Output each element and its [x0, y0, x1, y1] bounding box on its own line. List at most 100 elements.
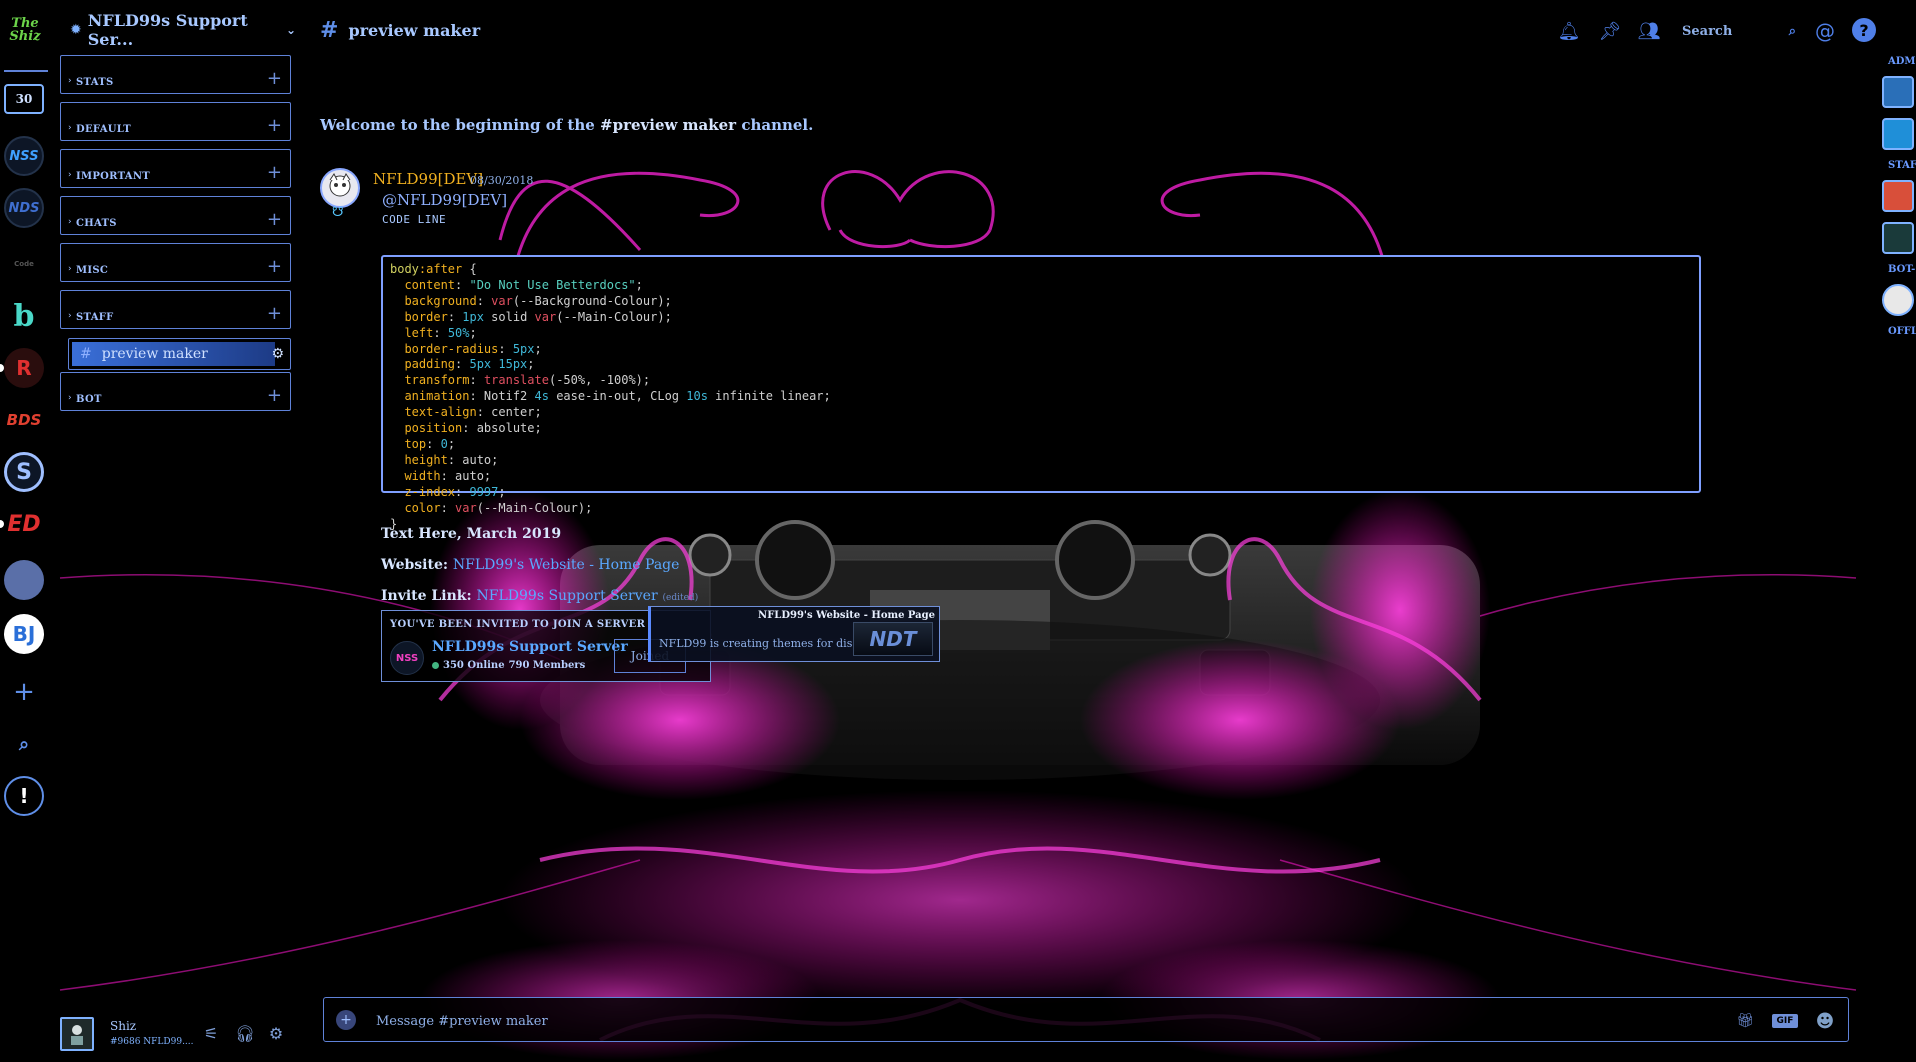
server-name: NFLD99s Support Ser... [87, 11, 248, 49]
code-block: body:after { content: "Do Not Use Better… [381, 255, 1701, 531]
channel-header: # preview maker 🔔︎ 📌︎ 👥︎ Search ⌕ @ ? [310, 12, 1910, 52]
chevron-right-icon: › [68, 311, 72, 321]
search-input[interactable]: Search ⌕ [1674, 18, 1804, 44]
user-panel: Shiz #9686 NFLD99.... ⚟ 🎧︎ ⚙ [60, 1012, 298, 1056]
server-icon-mascot[interactable] [4, 560, 44, 600]
add-channel-icon[interactable]: + [267, 211, 282, 229]
channel-name: preview maker [348, 21, 481, 40]
user-mention[interactable]: @NFLD99[DEV] [382, 191, 507, 209]
member-avatar[interactable] [1882, 76, 1914, 108]
mute-mic-icon[interactable]: ⚟ [200, 1022, 222, 1044]
avatar[interactable] [60, 1017, 94, 1051]
mention-icon[interactable]: @ [1812, 18, 1838, 44]
search-placeholder: Search [1682, 23, 1733, 39]
server-header[interactable]: ✹ NFLD99s Support Ser... ⌄ [70, 11, 296, 49]
gear-icon[interactable]: ⚙ [271, 346, 284, 362]
search-icon: ⌕ [1788, 23, 1796, 39]
help-icon[interactable]: ? [1852, 18, 1876, 42]
chevron-right-icon: › [68, 170, 72, 180]
add-channel-icon[interactable]: + [267, 387, 282, 405]
hash-icon: # [80, 346, 92, 362]
category-label: STATS [76, 77, 114, 88]
embed-description: NFLD99 is creating themes for discord. [659, 637, 881, 650]
invite-label: Invite Link: [381, 588, 472, 604]
category-label: BOT [76, 394, 102, 405]
message-author[interactable]: NFLD99[DEV] [373, 170, 483, 188]
server-icon-code[interactable]: Code [4, 244, 44, 284]
server-icon-rabbid[interactable]: R [0, 348, 44, 388]
server-icon-nss[interactable]: NSS [4, 136, 44, 176]
category-important[interactable]: › IMPORTANT + [60, 149, 291, 188]
category-label: MISC [76, 265, 109, 276]
channel-sidebar: ✹ NFLD99s Support Ser... ⌄ › STATS + › DEFA… [52, 0, 298, 1062]
member-avatar[interactable] [1882, 180, 1914, 212]
chevron-right-icon: › [68, 217, 72, 227]
server-icon-ed[interactable]: ED [0, 504, 44, 544]
add-channel-icon[interactable]: + [267, 117, 282, 135]
category-label: CHATS [76, 218, 117, 229]
edited-marker: (edited) [662, 593, 699, 603]
gif-icon[interactable]: GIF [1772, 1014, 1798, 1028]
category-bot[interactable]: › BOT + [60, 372, 291, 411]
emoji-icon[interactable]: ☻ [1814, 1010, 1836, 1032]
add-channel-icon[interactable]: + [267, 164, 282, 182]
members-icon[interactable]: 👥︎ [1636, 18, 1662, 44]
member-avatar[interactable] [1882, 222, 1914, 254]
discord-app: The Shiz 30 NSS NDS Code b R BDS S ED BJ… [0, 0, 1916, 1062]
unread-pip [0, 364, 4, 372]
category-chats[interactable]: › CHATS + [60, 196, 291, 235]
message-timestamp: 08/30/2018 [470, 174, 534, 187]
category-label: STAFF [76, 312, 114, 323]
add-server-icon[interactable]: + [4, 672, 44, 712]
chevron-right-icon: › [68, 76, 72, 86]
channel-preview-maker[interactable]: # preview maker ⚙ [68, 338, 291, 370]
member-group-heading: ADMI [1888, 56, 1916, 67]
headphones-icon[interactable]: 🎧︎ [234, 1022, 256, 1044]
add-channel-icon[interactable]: + [267, 305, 282, 323]
server-icon-s[interactable]: S [4, 452, 44, 492]
server-icon-bj[interactable]: BJ [4, 614, 44, 654]
add-channel-icon[interactable]: + [267, 258, 282, 276]
invite-link[interactable]: NFLD99s Support Server [477, 588, 658, 604]
alert-icon[interactable]: ! [4, 776, 44, 816]
rail-divider [4, 70, 48, 72]
website-label: Website: [381, 557, 449, 573]
gift-icon[interactable]: 🎁︎ [1734, 1010, 1756, 1032]
category-staff[interactable]: › STAFF + [60, 290, 291, 329]
channel-title: # preview maker [320, 18, 480, 43]
member-group-heading: OFFL [1888, 326, 1916, 337]
upload-plus-icon[interactable]: + [336, 1010, 356, 1030]
bell-icon[interactable]: 🔔︎ [1556, 18, 1582, 44]
category-misc[interactable]: › MISC + [60, 243, 291, 282]
member-list: ADMI STAF BOT- OFFL [1880, 52, 1916, 352]
welcome-prefix: Welcome to the beginning of the [320, 116, 595, 134]
website-link[interactable]: NFLD99's Website - Home Page [453, 557, 680, 573]
category-default[interactable]: › DEFAULT + [60, 102, 291, 141]
online-dot-icon [432, 662, 439, 669]
unread-pip [0, 520, 4, 528]
embed-title[interactable]: NFLD99's Website - Home Page [758, 610, 935, 621]
pin-icon[interactable]: 📌︎ [1597, 18, 1623, 44]
avatar[interactable] [320, 168, 360, 208]
server-icon-the-shiz[interactable]: The Shiz [4, 8, 46, 52]
channel-welcome: Welcome to the beginning of the #preview… [320, 116, 813, 134]
invite-counts: 350 Online 790 Members [432, 660, 585, 671]
gear-icon[interactable]: ⚙ [265, 1022, 287, 1044]
server-icon-better-discord[interactable]: b [4, 296, 44, 336]
member-avatar[interactable] [1882, 118, 1914, 150]
message-list: Welcome to the beginning of the #preview… [310, 50, 1850, 970]
category-stats[interactable]: › STATS + [60, 55, 291, 94]
invite-server-icon: NSS [390, 641, 424, 675]
category-label: IMPORTANT [76, 171, 151, 182]
message-invite-line: Invite Link: NFLD99s Support Server (edi… [381, 588, 698, 604]
member-avatar[interactable] [1882, 284, 1914, 316]
server-icon-bds[interactable]: BDS [4, 400, 44, 440]
invite-server-name[interactable]: NFLD99s Support Server [432, 639, 628, 655]
message-input[interactable] [376, 1010, 1696, 1032]
server-icon-30[interactable]: 30 [4, 84, 44, 114]
embed-thumbnail[interactable]: NDT [853, 622, 933, 656]
member-group-heading: BOT- [1888, 264, 1916, 275]
server-icon-nds[interactable]: NDS [4, 188, 44, 228]
add-channel-icon[interactable]: + [267, 70, 282, 88]
explore-search-icon[interactable]: ⌕ [4, 724, 44, 764]
